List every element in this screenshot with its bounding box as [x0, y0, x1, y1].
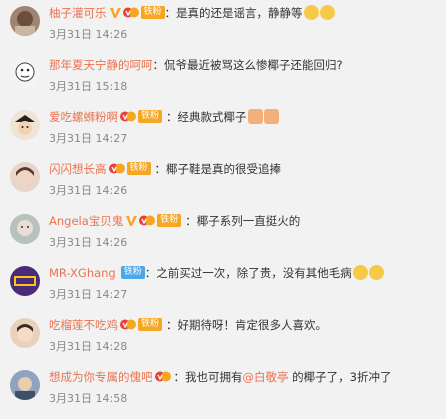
comment-line: 吃榴莲不吃鸡 铁粉 ：好期待呀！肯定很多人喜欢。: [49, 317, 327, 333]
username-link[interactable]: 想成为你专属的傀吧: [49, 370, 153, 384]
comment-time: 3月31日 14:26: [49, 236, 128, 249]
comment-line: 那年夏天宁静的呵呵：侃爷最近被骂这么惨椰子还能回归?: [49, 57, 343, 73]
avatar[interactable]: [10, 58, 40, 88]
comment-line: 闪闪想长高 铁粉 ：椰子鞋是真的很受追捧: [49, 161, 281, 177]
comment-line: 想成为你专属的傀吧 ：我也可拥有@白敬亭 的椰子了，3折冲了: [49, 369, 391, 385]
comment-time: 3月31日 14:27: [49, 288, 128, 301]
username-link[interactable]: Angela宝贝鬼: [49, 214, 123, 228]
comment-time: 3月31日 14:26: [49, 28, 128, 41]
comment-item: 那年夏天宁静的呵呵：侃爷最近被骂这么惨椰子还能回归? 3月31日 15:18: [0, 52, 446, 104]
grin-emoji-icon: [303, 5, 319, 20]
username-link[interactable]: 吃榴莲不吃鸡: [49, 318, 118, 332]
comment-text: ：之前买过一次，除了贵，没有其他毛病: [144, 266, 352, 280]
comment-time: 3月31日 14:26: [49, 184, 128, 197]
username-link[interactable]: MR-XGhang: [49, 266, 116, 280]
vip-v-icon: [109, 7, 121, 18]
comment-item: 爱吃螺蛳粉啊 铁粉 ：经典款式椰子 3月31日 14:27: [0, 104, 446, 156]
comment-line: Angela宝贝鬼 铁粉 ：椰子系列一直挺火的: [49, 213, 300, 229]
comment-text: 的椰子了，3折冲了: [288, 370, 392, 384]
fan-badge: 铁粉: [138, 110, 163, 123]
fan-level-icon: [139, 215, 156, 226]
comment-item: 吃榴莲不吃鸡 铁粉 ：好期待呀！肯定很多人喜欢。 3月31日 14:28: [0, 312, 446, 364]
comment-line: 柚子灌可乐 铁粉 ：是真的还是谣言，静静等: [49, 5, 335, 21]
comment-text: ：椰子系列一直挺火的: [185, 214, 301, 228]
comment-line: 爱吃螺蛳粉啊 铁粉 ：经典款式椰子: [49, 109, 279, 125]
grin-emoji-icon: [319, 5, 335, 20]
comment-item: 想成为你专属的傀吧 ：我也可拥有@白敬亭 的椰子了，3折冲了 3月31日 14:5…: [0, 364, 446, 416]
fan-level-icon: [120, 319, 136, 330]
comment-time: 3月31日 14:28: [49, 340, 128, 353]
avatar[interactable]: [10, 214, 40, 244]
fan-badge: 铁粉: [126, 162, 151, 175]
mention-link[interactable]: @白敬亭: [243, 370, 289, 384]
fan-badge: 铁粉: [157, 214, 182, 227]
fan-badge: 铁粉: [120, 266, 145, 279]
comment-text: ：经典款式椰子: [166, 110, 247, 124]
avatar[interactable]: [10, 162, 40, 192]
comment-time: 3月31日 15:18: [49, 80, 128, 93]
avatar[interactable]: [10, 370, 40, 400]
comment-text: ：是真的还是谣言，静静等: [164, 6, 303, 20]
avatar[interactable]: [10, 266, 40, 296]
laugh-cry-emoji-icon: [352, 265, 368, 280]
vip-v-icon: [126, 215, 138, 226]
username-link[interactable]: 那年夏天宁静的呵呵: [49, 58, 153, 72]
username-link[interactable]: 柚子灌可乐: [49, 6, 107, 20]
username-link[interactable]: 爱吃螺蛳粉啊: [49, 110, 118, 124]
fan-level-icon: [154, 371, 171, 382]
fan-level-icon: [122, 7, 139, 18]
comment-time: 3月31日 14:58: [49, 392, 128, 405]
avatar[interactable]: [10, 6, 40, 36]
fan-level-icon: [108, 163, 125, 174]
fan-level-icon: [120, 111, 136, 122]
comment-line: MR-XGhang 铁粉 ：之前买过一次，除了贵，没有其他毛病: [49, 265, 384, 281]
clap-emoji-icon: [263, 109, 279, 124]
comment-text: ：我也可拥有: [173, 370, 243, 384]
clap-emoji-icon: [247, 109, 263, 124]
comment-item: MR-XGhang 铁粉 ：之前买过一次，除了贵，没有其他毛病 3月31日 14:2…: [0, 260, 446, 312]
comment-item: 闪闪想长高 铁粉 ：椰子鞋是真的很受追捧 3月31日 14:26: [0, 156, 446, 208]
laugh-cry-emoji-icon: [368, 265, 384, 280]
comment-text: ：椰子鞋是真的很受追捧: [154, 162, 282, 176]
avatar[interactable]: [10, 110, 40, 140]
comment-text: ：好期待呀！肯定很多人喜欢。: [166, 318, 328, 332]
comment-item: Angela宝贝鬼 铁粉 ：椰子系列一直挺火的 3月31日 14:26: [0, 208, 446, 260]
fan-badge: 铁粉: [140, 6, 165, 19]
fan-badge: 铁粉: [138, 318, 163, 331]
comment-text: ：侃爷最近被骂这么惨椰子还能回归?: [152, 58, 343, 72]
username-link[interactable]: 闪闪想长高: [49, 162, 107, 176]
comment-time: 3月31日 14:27: [49, 132, 128, 145]
avatar[interactable]: [10, 318, 40, 348]
comment-item: 柚子灌可乐 铁粉 ：是真的还是谣言，静静等 3月31日 14:26: [0, 0, 446, 52]
